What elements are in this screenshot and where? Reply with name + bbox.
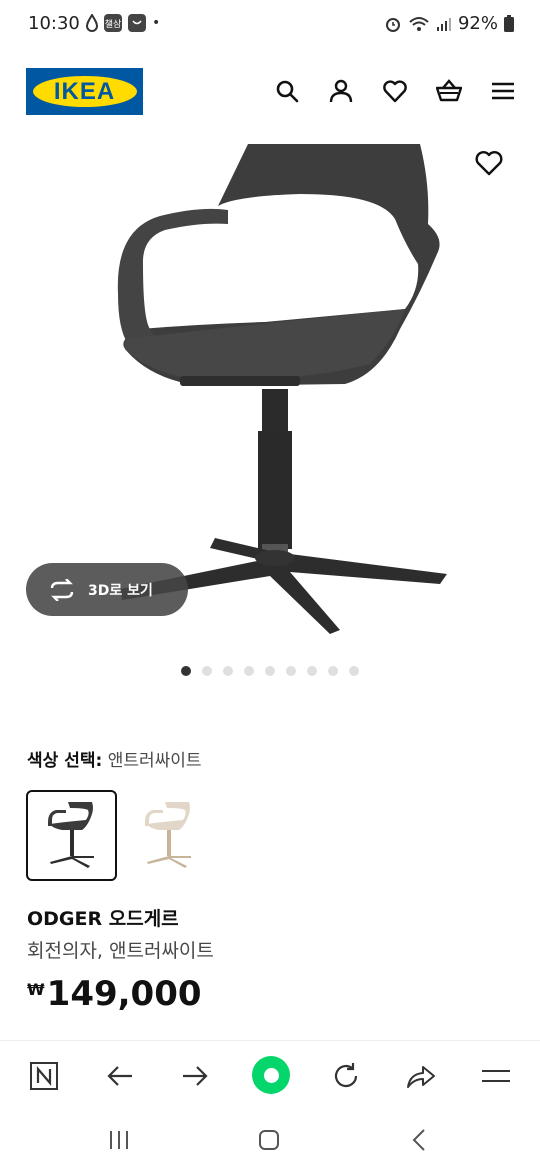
price-amount: 149,000 [46,974,202,1014]
back-arrow-icon [107,1066,132,1086]
color-swatch-anthracite[interactable] [26,790,117,881]
share-icon [407,1066,435,1088]
gallery-dot[interactable] [181,666,191,676]
color-swatch-white-beige[interactable] [123,790,214,881]
reload-button[interactable] [328,1058,364,1094]
recent-apps-icon [110,1131,128,1149]
color-value: 앤트러싸이트 [107,751,202,771]
gallery-dot[interactable] [244,666,254,676]
forward-button[interactable] [177,1058,213,1094]
price-currency: ₩ [27,980,45,999]
n-button[interactable] [26,1058,62,1094]
gallery-dot[interactable] [223,666,233,676]
status-right: 92% [384,13,514,34]
menu-icon [482,1070,510,1082]
status-bar: 10:30 챌삼 • 92% [0,0,540,50]
product-price: ₩ 149,000 [27,974,202,1014]
back-button[interactable] [102,1058,138,1094]
view-3d-button[interactable]: 3D로 보기 [26,563,188,616]
back-nav-icon [412,1129,425,1151]
share-button[interactable] [403,1058,439,1094]
menu-icon[interactable] [490,78,516,104]
status-time: 10:30 [28,13,80,34]
back-nav-button[interactable] [405,1125,435,1155]
gallery-pagination [181,666,359,676]
more-notifs-dot-icon: • [152,15,161,31]
chair-thumbnail-light [144,801,191,868]
wifi-icon [409,16,429,31]
reload-icon [334,1063,358,1088]
account-icon[interactable] [328,78,354,104]
color-label: 색상 선택: [27,751,103,771]
favorite-heart-icon[interactable] [474,148,504,178]
gallery-dot[interactable] [349,666,359,676]
rotate-3d-icon [50,578,74,601]
header-actions [274,78,516,104]
home-nav-icon [259,1130,279,1150]
gallery-dot[interactable] [265,666,275,676]
alarm-icon [385,17,400,32]
shopping-bag-icon [128,14,146,32]
search-icon[interactable] [274,78,300,104]
home-nav-button[interactable] [254,1125,284,1155]
logo-text: IKEA [53,77,116,105]
logo-oval: IKEA [32,76,137,107]
browser-menu-button[interactable] [478,1058,514,1094]
browser-toolbar [0,1040,540,1110]
product-description: 회전의자, 앤트러싸이트 [27,940,214,962]
site-header: IKEA [0,60,540,124]
wishlist-icon[interactable] [382,78,408,104]
gallery-dot[interactable] [328,666,338,676]
color-selection-label: 색상 선택: 앤트러싸이트 [27,746,202,771]
battery-icon [504,14,514,32]
signal-icon [436,17,451,31]
home-button[interactable] [252,1056,290,1094]
notif-app-icon: 챌삼 [104,14,122,32]
gallery-dot[interactable] [307,666,317,676]
chair-thumbnail-dark [47,801,94,868]
home-icon [263,1067,279,1083]
ikea-logo[interactable]: IKEA [26,68,143,115]
forward-arrow-icon [183,1066,208,1086]
battery-percent: 92% [457,13,498,34]
cart-icon[interactable] [436,78,462,104]
recent-apps-button[interactable] [104,1125,134,1155]
notification-icons: 챌삼 • [86,14,160,32]
view-3d-label: 3D로 보기 [88,582,153,599]
android-nav-bar [0,1110,540,1170]
product-name: ODGER 오드게르 [27,908,179,930]
drop-icon [86,14,98,32]
n-icon [30,1062,58,1090]
gallery-dot[interactable] [202,666,212,676]
gallery-dot[interactable] [286,666,296,676]
